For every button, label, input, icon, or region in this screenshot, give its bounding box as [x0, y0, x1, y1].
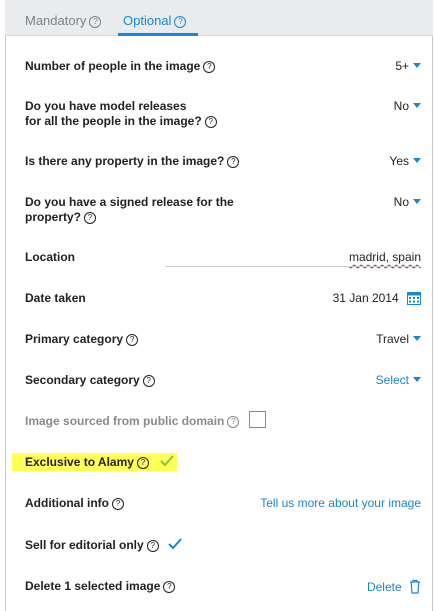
- property-label-text: Is there any property in the image?: [25, 154, 225, 168]
- primary-category-dropdown[interactable]: Travel: [376, 332, 421, 347]
- trash-icon: [410, 579, 420, 594]
- delete-label: Delete 1 selected image?: [25, 579, 176, 594]
- date-taken-label: Date taken: [25, 291, 86, 305]
- model-releases-dropdown[interactable]: No: [394, 99, 421, 114]
- caret-down-icon: [413, 377, 421, 382]
- property-release-value: No: [393, 195, 409, 209]
- location-label: Location: [25, 250, 75, 264]
- delete-button[interactable]: Delete: [367, 579, 421, 595]
- caret-down-icon: [413, 103, 421, 108]
- calendar-icon[interactable]: [407, 291, 421, 305]
- editorial-checkmark-icon[interactable]: [168, 537, 182, 551]
- secondary-category-dropdown[interactable]: Select: [376, 373, 421, 388]
- help-icon[interactable]: ?: [163, 581, 176, 593]
- people-count-label-text: Number of people in the image: [25, 59, 201, 73]
- additional-info-link[interactable]: Tell us more about your image: [260, 496, 421, 511]
- location-input-underline: [165, 266, 420, 267]
- help-icon[interactable]: ?: [227, 156, 240, 168]
- editorial-label-text: Sell for editorial only: [25, 538, 144, 552]
- property-label: Is there any property in the image??: [25, 154, 240, 169]
- active-tab-indicator: [118, 33, 198, 36]
- people-count-value: 5+: [395, 59, 409, 73]
- exclusive-label-text: Exclusive to Alamy: [25, 455, 134, 469]
- help-icon[interactable]: ?: [204, 116, 217, 128]
- caret-down-icon: [413, 336, 421, 341]
- date-taken-field[interactable]: 31 Jan 2014: [333, 291, 421, 306]
- property-release-dropdown[interactable]: No: [394, 195, 421, 210]
- help-icon[interactable]: ?: [111, 498, 124, 510]
- exclusive-checkmark-icon[interactable]: [160, 454, 174, 468]
- model-releases-label-line1: Do you have model releases: [25, 99, 187, 113]
- additional-info-label-text: Additional info: [25, 496, 109, 510]
- caret-down-icon: [413, 158, 421, 163]
- primary-category-label: Primary category?: [25, 332, 139, 347]
- secondary-category-value: Select: [375, 373, 409, 387]
- date-taken-value: 31 Jan 2014: [332, 291, 399, 305]
- help-icon[interactable]: ?: [174, 16, 187, 28]
- model-releases-label: Do you have model releases for all the p…: [25, 99, 217, 129]
- help-icon[interactable]: ?: [142, 375, 155, 387]
- delete-button-label: Delete: [366, 580, 402, 594]
- help-icon[interactable]: ?: [146, 540, 159, 552]
- location-value: madrid, spain: [348, 250, 421, 264]
- people-count-dropdown[interactable]: 5+: [395, 59, 421, 74]
- model-releases-label-line2: for all the people in the image?: [25, 114, 202, 128]
- help-icon[interactable]: ?: [136, 457, 149, 469]
- model-releases-value: No: [393, 99, 409, 113]
- help-icon[interactable]: ?: [84, 212, 97, 224]
- property-release-label: Do you have a signed release for the pro…: [25, 195, 234, 225]
- property-value: Yes: [389, 154, 409, 168]
- public-domain-label-text: Image sourced from public domain: [25, 414, 225, 428]
- exclusive-label: Exclusive to Alamy?: [25, 455, 149, 470]
- additional-info-label: Additional info?: [25, 496, 124, 511]
- location-input[interactable]: madrid, spain: [349, 250, 421, 265]
- primary-category-label-text: Primary category: [25, 332, 124, 346]
- help-icon[interactable]: ?: [126, 334, 139, 346]
- public-domain-checkbox[interactable]: [249, 411, 266, 428]
- editorial-label: Sell for editorial only?: [25, 538, 159, 553]
- property-release-label-line1: Do you have a signed release for the: [25, 195, 234, 209]
- tab-optional[interactable]: Optional?: [123, 13, 187, 28]
- tab-mandatory-label: Mandatory: [25, 13, 87, 28]
- property-release-label-line2: property?: [25, 210, 82, 224]
- public-domain-label: Image sourced from public domain?: [25, 414, 240, 429]
- caret-down-icon: [413, 63, 421, 68]
- tab-optional-label: Optional: [123, 13, 172, 28]
- secondary-category-label: Secondary category?: [25, 373, 155, 388]
- delete-label-text: Delete 1 selected image: [25, 579, 161, 593]
- tab-bar: Mandatory? Optional?: [5, 0, 433, 36]
- help-icon[interactable]: ?: [227, 416, 240, 428]
- tab-mandatory[interactable]: Mandatory?: [25, 13, 102, 28]
- property-dropdown[interactable]: Yes: [389, 154, 421, 169]
- secondary-category-label-text: Secondary category: [25, 373, 140, 387]
- caret-down-icon: [413, 199, 421, 204]
- primary-category-value: Travel: [376, 332, 409, 346]
- people-count-label: Number of people in the image?: [25, 59, 216, 74]
- help-icon[interactable]: ?: [89, 16, 102, 28]
- help-icon[interactable]: ?: [203, 61, 216, 73]
